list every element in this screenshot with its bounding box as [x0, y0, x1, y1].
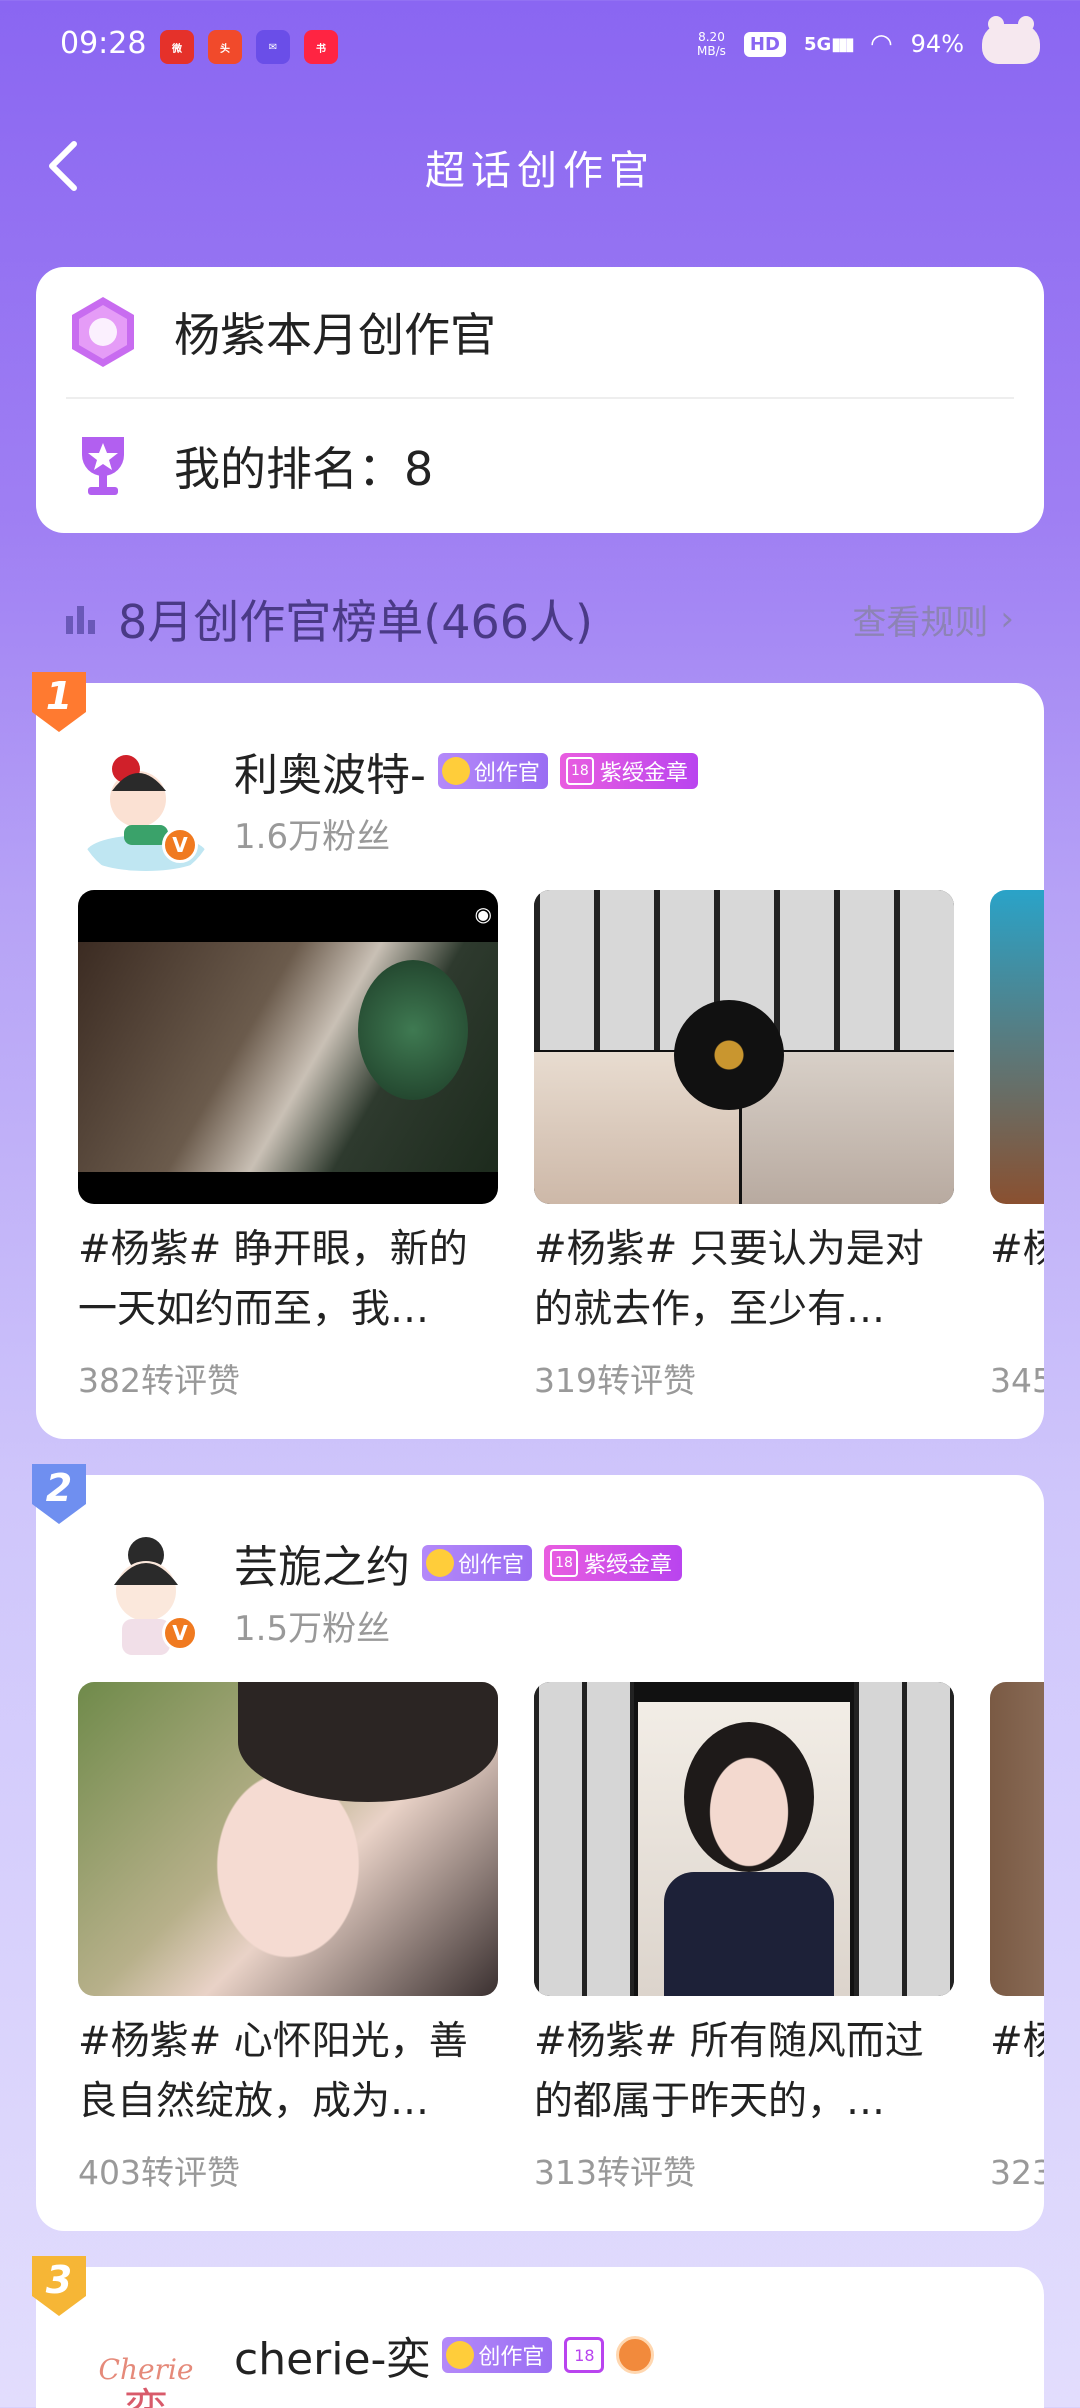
creator-card: Cherie奕 cherie-奕 创作官 18	[36, 2267, 1044, 2408]
post-thumbnail[interactable]: ◉	[78, 890, 498, 1204]
wifi-icon: ◠	[869, 29, 893, 59]
top-nav: 超话创作官	[0, 120, 1080, 210]
post-text: #杨紫# 睁开眼，新的一天如约而至，我…	[78, 1227, 468, 1332]
network-speed: 8.20 MB/s	[697, 30, 726, 58]
post-list: ◉ #杨紫# 睁开眼，新的一天如约而至，我… 382转评赞 #杨紫# 只要认为是…	[78, 890, 1044, 1402]
monkey-badge-icon[interactable]	[616, 2336, 655, 2374]
mail-icon: ✉	[256, 30, 290, 64]
page-title: 超话创作官	[425, 148, 655, 194]
ranking-title: 8月创作官榜单(466人)	[118, 595, 593, 649]
post-stats: 382转评赞	[78, 1361, 240, 1400]
weibo-watermark-icon: ◉	[474, 902, 492, 926]
signal-icon: 5G▮▮▮	[803, 33, 855, 55]
post-card[interactable]: #杨紫# 心怀阳光，善良自然绽放，成为… 403转评赞	[78, 1682, 498, 2194]
trophy-icon	[66, 429, 140, 503]
post-text: #杨紫# 只要认为是对的就去作，至少有…	[534, 1227, 924, 1332]
toutiao-icon: 头	[208, 30, 242, 64]
post-stats: 403转评赞	[78, 2153, 240, 2192]
post-thumbnail[interactable]	[990, 890, 1044, 1204]
level-diamond-icon: 18	[550, 1549, 579, 1577]
post-thumbnail[interactable]	[78, 1682, 498, 1996]
battery-level: 94%	[910, 30, 964, 58]
chevron-right-icon: ›	[1000, 599, 1014, 639]
post-card[interactable]: #杨紫# 丽的… 323转评赞	[990, 1682, 1044, 2194]
post-text: #杨紫# 心怀阳光，善良自然绽放，成为…	[78, 2019, 468, 2124]
creator-name[interactable]: 芸旎之约	[234, 1531, 410, 1595]
fans-count: 1.5万粉丝	[234, 1609, 391, 1649]
status-bar: 09:28 微 头 ✉ 书 8.20 MB/s HD 5G▮▮▮ ◠ 94%	[0, 0, 1080, 100]
post-thumbnail[interactable]	[534, 890, 954, 1204]
gold-medal-badge[interactable]: 18 紫绶金章	[544, 1545, 683, 1581]
creator-badge-icon	[446, 2341, 475, 2369]
creator-name-row: 利奥波特- 创作官 18 紫绶金章	[234, 739, 698, 803]
creator-badge[interactable]: 创作官	[442, 2337, 553, 2373]
creator-name[interactable]: cherie-奕	[234, 2323, 430, 2387]
post-thumbnail[interactable]	[990, 1682, 1044, 1996]
weibo-icon: 微	[160, 30, 194, 64]
level-diamond-icon[interactable]: 18	[564, 2337, 605, 2373]
post-stats: 313转评赞	[534, 2153, 696, 2192]
rank-medal: 3	[28, 2252, 90, 2320]
my-creator-card: 杨紫本月创作官 我的排名：8	[36, 267, 1044, 533]
ranking-header: 8月创作官榜单(466人) 查看规则 ›	[64, 584, 1014, 654]
my-rank-text: 我的排名：8	[174, 442, 434, 496]
status-time: 09:28	[60, 26, 147, 61]
notification-icons: 微 头 ✉ 书	[160, 30, 338, 64]
gold-medal-badge[interactable]: 18 紫绶金章	[559, 753, 698, 789]
post-text: #杨紫# 所有随风而过的都属于昨天的，…	[534, 2019, 924, 2124]
level-diamond-icon: 18	[565, 757, 594, 785]
post-card[interactable]: ◉ #杨紫# 睁开眼，新的一天如约而至，我… 382转评赞	[78, 890, 498, 1402]
avatar[interactable]: Cherie奕	[76, 2317, 216, 2408]
post-thumbnail[interactable]	[534, 1682, 954, 1996]
xiaohongshu-icon: 书	[304, 30, 338, 64]
creator-name-row: 芸旎之约 创作官 18 紫绶金章	[234, 1531, 683, 1595]
view-rules-link[interactable]: 查看规则	[852, 595, 988, 644]
post-text: #杨紫# 丽的…	[990, 2019, 1044, 2064]
verified-badge: V	[162, 827, 198, 863]
creator-card: V 芸旎之约 创作官 18 紫绶金章 1.5万粉丝 #杨紫# 心怀阳光，善良自然绽…	[36, 1475, 1044, 2231]
svg-text:奕: 奕	[124, 2385, 168, 2408]
post-card[interactable]: #杨紫# 己的… 345转评赞	[990, 890, 1044, 1402]
monthly-creator-title: 杨紫本月创作官	[174, 308, 496, 362]
bar-chart-icon	[66, 606, 95, 634]
creator-badge[interactable]: 创作官	[422, 1545, 533, 1581]
verified-badge: V	[162, 1615, 198, 1651]
post-card[interactable]: #杨紫# 所有随风而过的都属于昨天的，… 313转评赞	[534, 1682, 954, 2194]
creator-name-row: cherie-奕 创作官 18	[234, 2323, 655, 2387]
post-list: #杨紫# 心怀阳光，善良自然绽放，成为… 403转评赞 #杨紫# 所有随风而过的…	[78, 1682, 1044, 2194]
post-stats: 345转评赞	[990, 1361, 1044, 1400]
rank-medal: 2	[28, 1460, 90, 1528]
post-stats: 323转评赞	[990, 2153, 1044, 2192]
hd-icon: HD	[743, 31, 786, 57]
svg-text:Cherie: Cherie	[99, 2353, 194, 2386]
monthly-creator-row[interactable]: 杨紫本月创作官	[66, 267, 1014, 399]
creator-badge-icon	[441, 757, 470, 785]
creator-badge-icon	[426, 1549, 454, 1577]
creator-name[interactable]: 利奥波特-	[234, 739, 426, 803]
fans-count: 1.6万粉丝	[234, 817, 391, 857]
post-text: #杨紫# 己的…	[990, 1227, 1044, 1272]
avatar[interactable]	[76, 1525, 216, 1665]
my-rank-row: 我的排名：8	[66, 400, 1014, 532]
post-stats: 319转评赞	[534, 1361, 696, 1400]
creator-badge[interactable]: 创作官	[437, 753, 548, 789]
creator-card: V 利奥波特- 创作官 18 紫绶金章 1.6万粉丝 ◉ #杨紫# 睁开眼，新的一…	[36, 683, 1044, 1439]
creator-badge-icon	[66, 295, 140, 369]
pet-icon	[982, 16, 1040, 64]
rank-medal: 1	[28, 668, 90, 736]
avatar[interactable]	[76, 741, 216, 881]
post-card[interactable]: #杨紫# 只要认为是对的就去作，至少有… 319转评赞	[534, 890, 954, 1402]
